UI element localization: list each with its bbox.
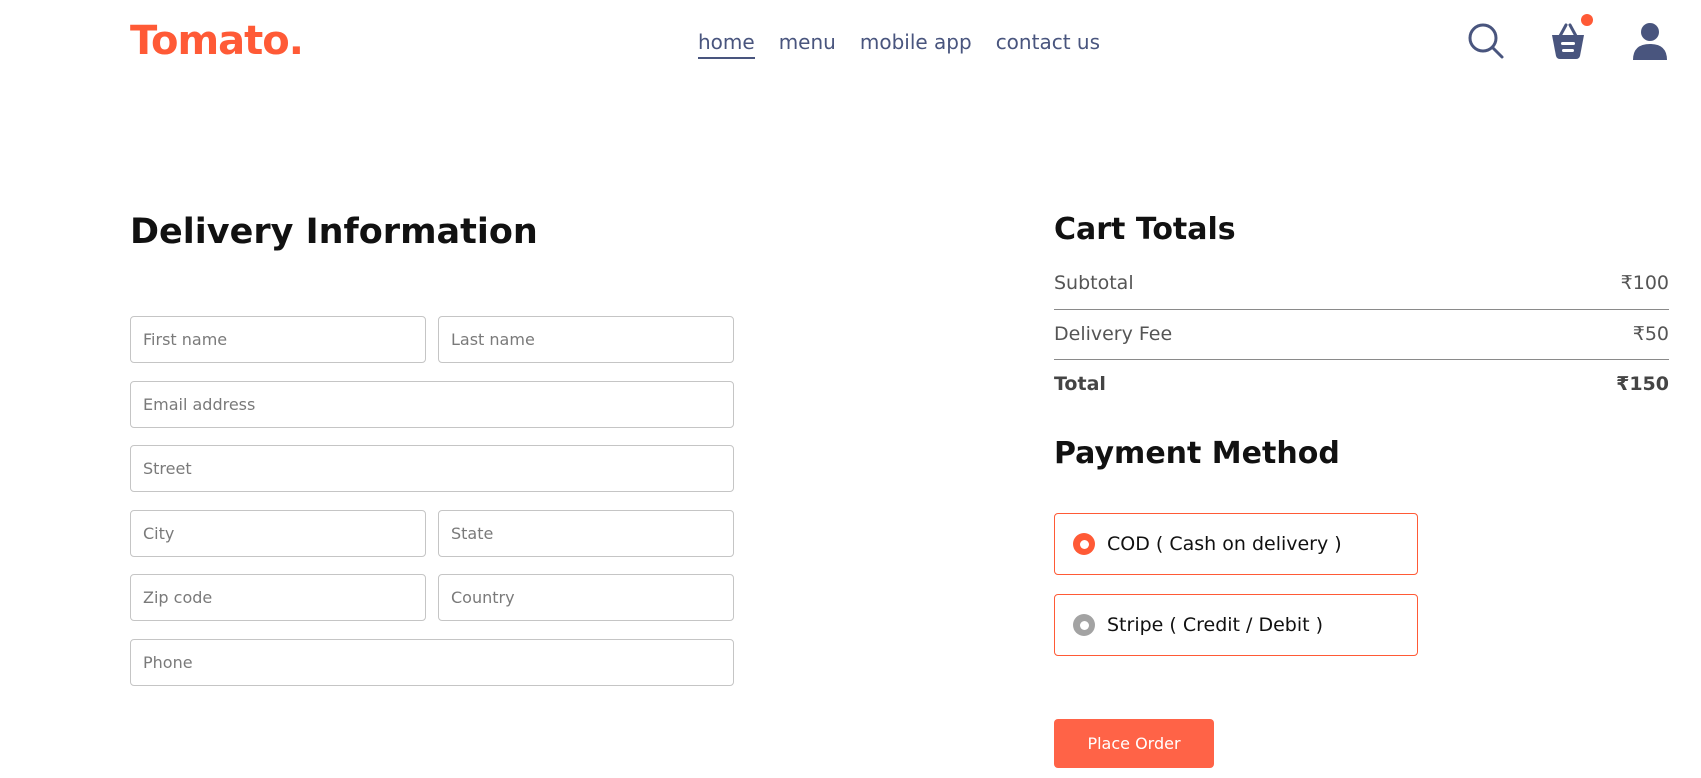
total-value: ₹150 bbox=[1616, 373, 1669, 395]
state-field[interactable] bbox=[438, 510, 734, 557]
last-name-input[interactable] bbox=[451, 330, 721, 349]
city-input[interactable] bbox=[143, 524, 413, 543]
payment-method-title: Payment Method bbox=[1054, 436, 1340, 471]
email-input[interactable] bbox=[143, 395, 721, 414]
payment-option-label: Stripe ( Credit / Debit ) bbox=[1107, 614, 1324, 636]
delivery-fee-value: ₹50 bbox=[1632, 323, 1669, 345]
last-name-field[interactable] bbox=[438, 316, 734, 363]
delivery-fee-label: Delivery Fee bbox=[1054, 323, 1173, 345]
total-label: Total bbox=[1054, 373, 1106, 395]
main-nav: home menu mobile app contact us bbox=[698, 30, 1100, 59]
nav-link-contact-us[interactable]: contact us bbox=[996, 30, 1100, 59]
nav-link-home[interactable]: home bbox=[698, 30, 755, 59]
delivery-title: Delivery Information bbox=[130, 212, 538, 252]
state-input[interactable] bbox=[451, 524, 721, 543]
divider bbox=[1054, 359, 1669, 360]
phone-input[interactable] bbox=[143, 653, 721, 672]
email-field[interactable] bbox=[130, 381, 734, 428]
search-icon[interactable] bbox=[1465, 20, 1507, 62]
cart-notification-dot bbox=[1581, 14, 1593, 26]
radio-unselected-icon[interactable] bbox=[1073, 614, 1095, 636]
payment-option-stripe[interactable]: Stripe ( Credit / Debit ) bbox=[1054, 594, 1418, 656]
first-name-input[interactable] bbox=[143, 330, 413, 349]
street-input[interactable] bbox=[143, 459, 721, 478]
country-field[interactable] bbox=[438, 574, 734, 621]
basket-icon[interactable] bbox=[1547, 14, 1593, 62]
cart-totals-title: Cart Totals bbox=[1054, 212, 1236, 247]
brand-logo[interactable]: Tomato. bbox=[130, 18, 304, 64]
nav-icons bbox=[1465, 14, 1671, 62]
subtotal-row: Subtotal ₹100 bbox=[1054, 272, 1669, 294]
country-input[interactable] bbox=[451, 588, 721, 607]
city-field[interactable] bbox=[130, 510, 426, 557]
divider bbox=[1054, 309, 1669, 310]
delivery-fee-row: Delivery Fee ₹50 bbox=[1054, 323, 1669, 345]
payment-option-cod[interactable]: COD ( Cash on delivery ) bbox=[1054, 513, 1418, 575]
payment-option-label: COD ( Cash on delivery ) bbox=[1107, 533, 1342, 555]
radio-selected-icon[interactable] bbox=[1073, 533, 1095, 555]
street-field[interactable] bbox=[130, 445, 734, 492]
nav-link-mobile-app[interactable]: mobile app bbox=[860, 30, 972, 59]
first-name-field[interactable] bbox=[130, 316, 426, 363]
profile-icon[interactable] bbox=[1629, 20, 1671, 62]
zip-input[interactable] bbox=[143, 588, 413, 607]
phone-field[interactable] bbox=[130, 639, 734, 686]
total-row: Total ₹150 bbox=[1054, 373, 1669, 395]
subtotal-label: Subtotal bbox=[1054, 272, 1134, 294]
zip-field[interactable] bbox=[130, 574, 426, 621]
place-order-button[interactable]: Place Order bbox=[1054, 719, 1214, 768]
nav-link-menu[interactable]: menu bbox=[779, 30, 836, 59]
subtotal-value: ₹100 bbox=[1620, 272, 1669, 294]
